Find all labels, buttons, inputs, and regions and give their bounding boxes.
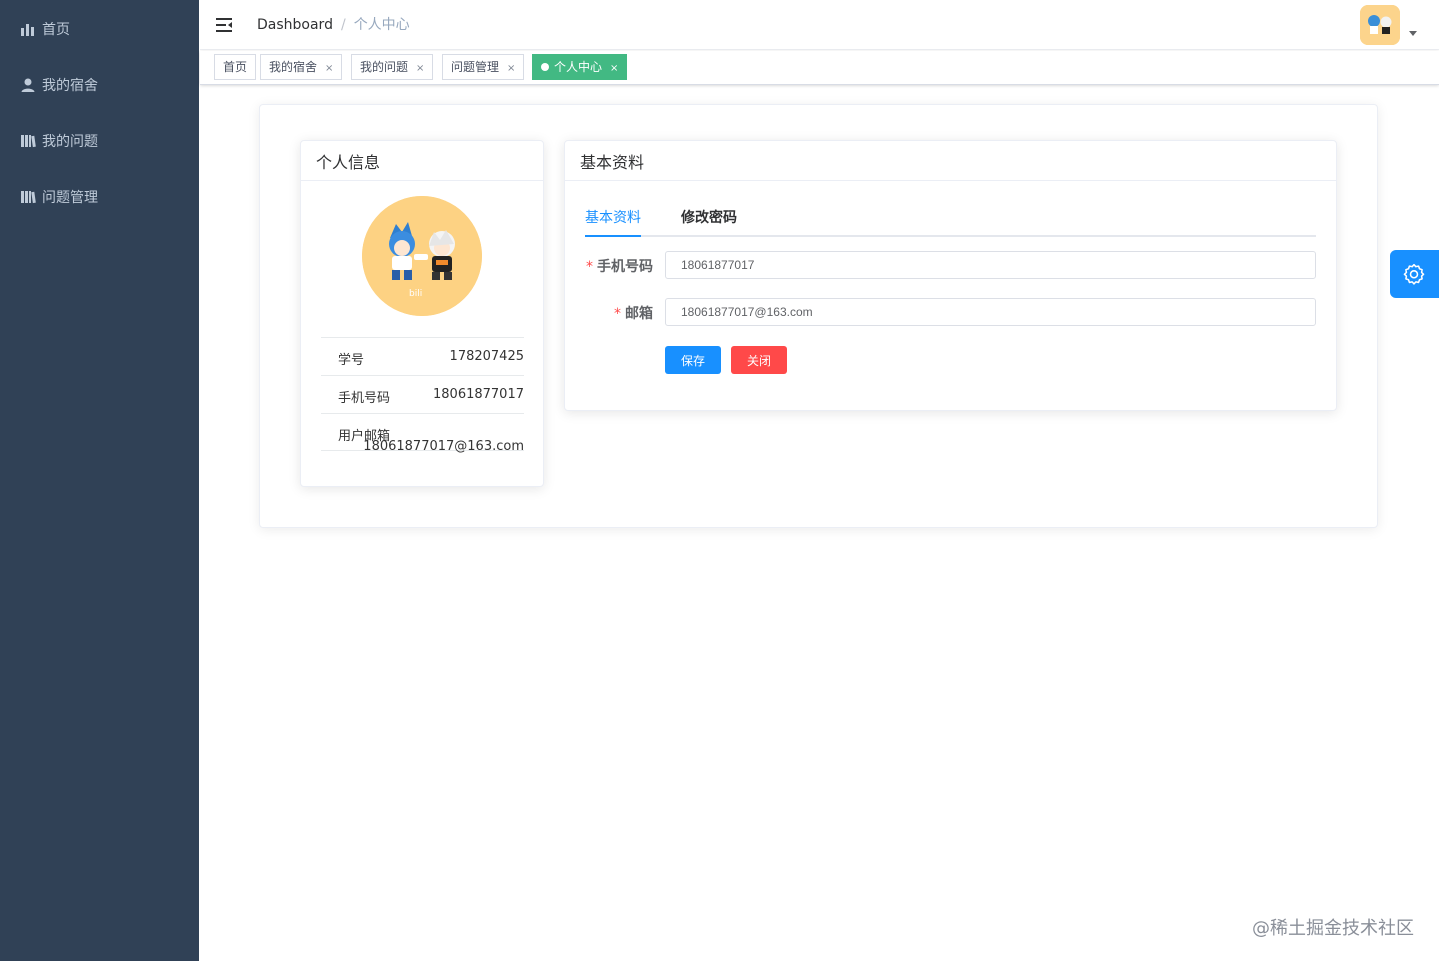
close-button[interactable]: 关闭 [731, 346, 787, 374]
sidebar-item-label: 我的问题 [42, 134, 98, 150]
tag-label: 个人中心 [554, 60, 603, 74]
email-field[interactable] [665, 298, 1316, 326]
tag-personal-center[interactable]: 个人中心 × [532, 54, 628, 81]
list-item: 用户邮箱 18061877017@163.com [321, 413, 524, 454]
active-dot-icon [541, 63, 549, 71]
sidebar-item-label: 我的宿舍 [42, 78, 98, 94]
profile-card: 个人信息 bili 学号 178207425 手机号码 18061877017 … [300, 140, 544, 487]
close-icon[interactable]: × [325, 57, 333, 81]
tag-issue-management[interactable]: 问题管理 × [442, 54, 525, 81]
breadcrumb-separator: / [340, 17, 346, 33]
student-id-value: 178207425 [449, 349, 524, 364]
tag-label: 我的问题 [360, 60, 409, 74]
phone-field-label: * 手机号码 [586, 256, 653, 276]
tab-basic-info[interactable]: 基本资料 [585, 207, 641, 227]
sidebar-item-label: 问题管理 [42, 190, 98, 206]
breadcrumb-item-dashboard[interactable]: Dashboard [257, 17, 333, 33]
sidebar-item-issue-management[interactable]: 问题管理 [0, 169, 199, 225]
close-icon[interactable]: × [507, 57, 515, 81]
tag-home[interactable]: 首页 [214, 54, 257, 80]
sidebar-item-dorm[interactable]: 我的宿舍 [0, 57, 199, 113]
required-mark: * [614, 306, 621, 322]
navbar: Dashboard / 个人中心 [200, 0, 1439, 50]
tags-view: 首页 我的宿舍 × 我的问题 × 问题管理 × 个人中心 × [200, 51, 1439, 85]
email-form-row: * 邮箱 [585, 298, 1316, 326]
profile-card-title: 个人信息 [301, 141, 543, 181]
email-field-label: * 邮箱 [614, 303, 653, 323]
email-value: 18061877017@163.com [363, 439, 524, 454]
tab-change-password[interactable]: 修改密码 [681, 207, 737, 227]
breadcrumb-item-current: 个人中心 [353, 17, 410, 33]
tabs: 基本资料 修改密码 [585, 197, 1316, 237]
required-mark: * [586, 259, 593, 275]
profile-avatar[interactable]: bili [362, 196, 482, 316]
close-icon[interactable]: × [416, 57, 424, 81]
sidebar-item-my-issues[interactable]: 我的问题 [0, 113, 199, 169]
phone-form-row: * 手机号码 [585, 251, 1316, 279]
email-field-label-text: 邮箱 [625, 306, 653, 322]
tag-label: 首页 [223, 60, 248, 74]
svg-text:bili: bili [409, 289, 422, 299]
hamburger-icon[interactable] [215, 15, 235, 35]
sidebar: 首页 我的宿舍 我的问题 问题管理 [0, 0, 199, 961]
tag-label: 我的宿舍 [269, 60, 318, 74]
app-root: 首页 我的宿舍 我的问题 问题管理 Dashboard / 个人中心 首页 我的… [0, 0, 1439, 961]
book-icon [20, 189, 36, 205]
profile-info-list: 学号 178207425 手机号码 18061877017 用户邮箱 18061… [321, 337, 524, 454]
save-button[interactable]: 保存 [665, 346, 721, 374]
phone-field[interactable] [665, 251, 1316, 279]
sidebar-item-home[interactable]: 首页 [0, 1, 199, 57]
close-icon[interactable]: × [610, 57, 618, 81]
breadcrumb: Dashboard / 个人中心 [257, 16, 410, 34]
tag-label: 问题管理 [451, 60, 500, 74]
phone-label: 手机号码 [338, 391, 391, 406]
basic-info-card: 基本资料 基本资料 修改密码 *手机号码 *邮箱 保存 关闭 [564, 140, 1337, 411]
active-tab-indicator [585, 235, 641, 237]
student-id-label: 学号 [338, 353, 365, 368]
phone-field-label-text: 手机号码 [597, 259, 653, 275]
gear-icon [1403, 263, 1425, 285]
book-icon [20, 133, 36, 149]
phone-value: 18061877017 [433, 387, 524, 402]
settings-button[interactable] [1390, 250, 1439, 298]
tag-my-dorm[interactable]: 我的宿舍 × [260, 54, 343, 81]
basic-info-card-title: 基本资料 [565, 141, 1336, 181]
tag-my-issues[interactable]: 我的问题 × [351, 54, 434, 81]
avatar[interactable] [1360, 5, 1400, 45]
list-item: 手机号码 18061877017 [321, 375, 524, 413]
user-icon [20, 77, 36, 93]
bar-chart-icon [20, 21, 36, 37]
chevron-down-icon[interactable] [1409, 31, 1417, 36]
watermark: @稀土掘金技术社区 [1252, 918, 1414, 939]
list-item: 学号 178207425 [321, 337, 524, 375]
sidebar-item-label: 首页 [42, 22, 70, 38]
